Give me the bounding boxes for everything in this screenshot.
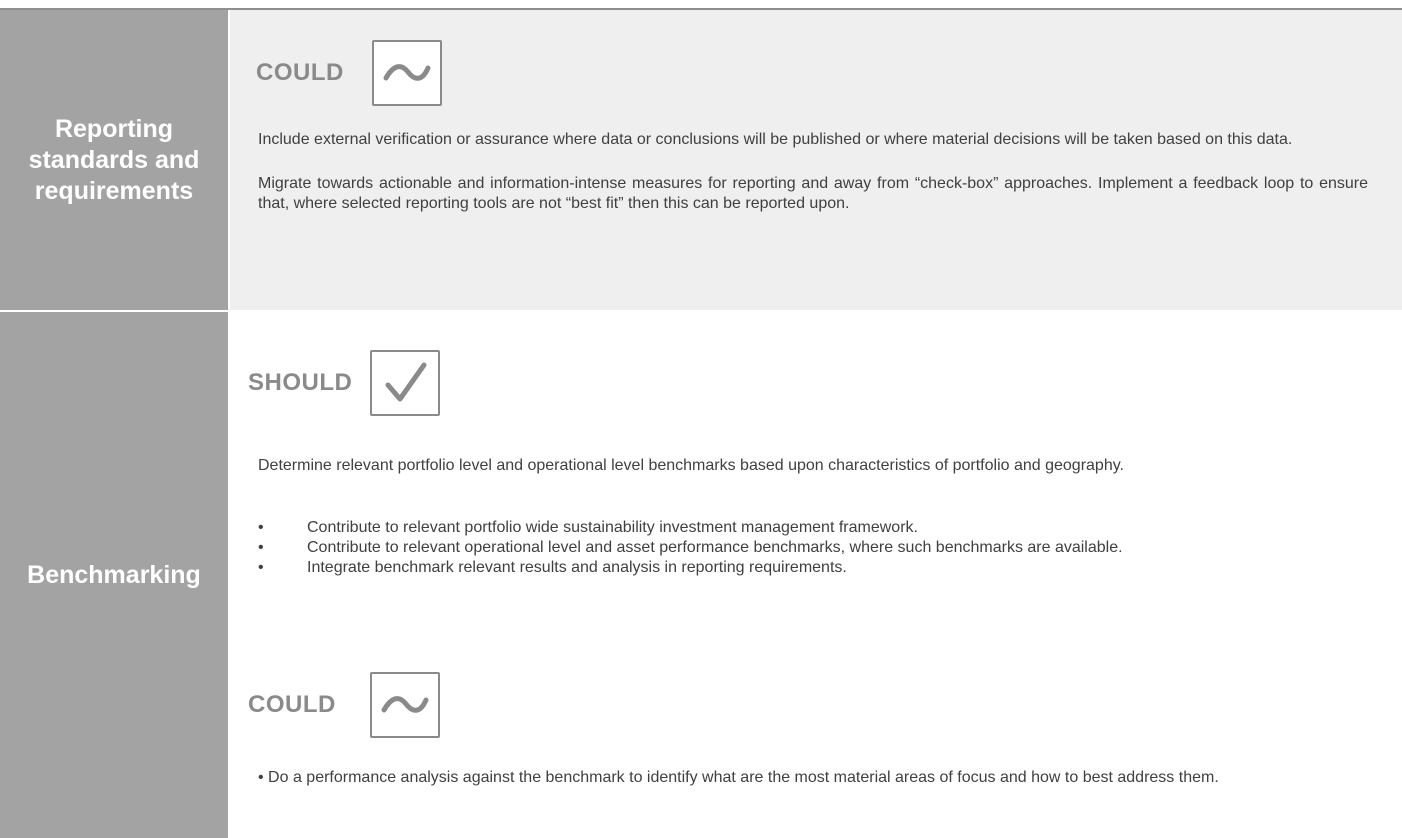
list-item: Contribute to relevant portfolio wide su… [258, 518, 1358, 538]
paragraph: • Do a performance analysis against the … [258, 769, 1219, 786]
section-content: SHOULD Determine relevant portfolio leve… [230, 312, 1402, 838]
section-sidebar: Benchmarking [0, 312, 228, 838]
paragraph: Determine relevant portfolio level and o… [258, 457, 1124, 474]
level-label: COULD [256, 59, 344, 86]
paragraph: Include external verification or assuran… [258, 131, 1293, 148]
list-item: Contribute to relevant operational level… [258, 538, 1358, 558]
level-label: SHOULD [248, 369, 353, 396]
section-content: COULD Include external verification or a… [230, 10, 1402, 310]
checkmark-icon [370, 350, 441, 416]
level-label: COULD [248, 691, 336, 718]
section-reporting-standards: Reporting standards and requirements COU… [0, 10, 1402, 310]
should-level-header: SHOULD [248, 350, 441, 416]
paragraph: Migrate towards actionable and informati… [258, 175, 1368, 212]
section-benchmarking: Benchmarking SHOULD Determine relevant p… [0, 312, 1402, 838]
tilde-icon [369, 672, 440, 738]
bullet-list: Contribute to relevant portfolio wide su… [258, 518, 1358, 578]
list-item: Integrate benchmark relevant results and… [258, 558, 1358, 578]
could-level-header: COULD [256, 40, 442, 106]
section-sidebar: Reporting standards and requirements [0, 10, 228, 310]
section-title: Benchmarking [27, 560, 201, 589]
tilde-icon [371, 40, 442, 106]
section-title: Reporting standards and requirements [28, 114, 200, 205]
could-level-header: COULD [248, 672, 440, 738]
